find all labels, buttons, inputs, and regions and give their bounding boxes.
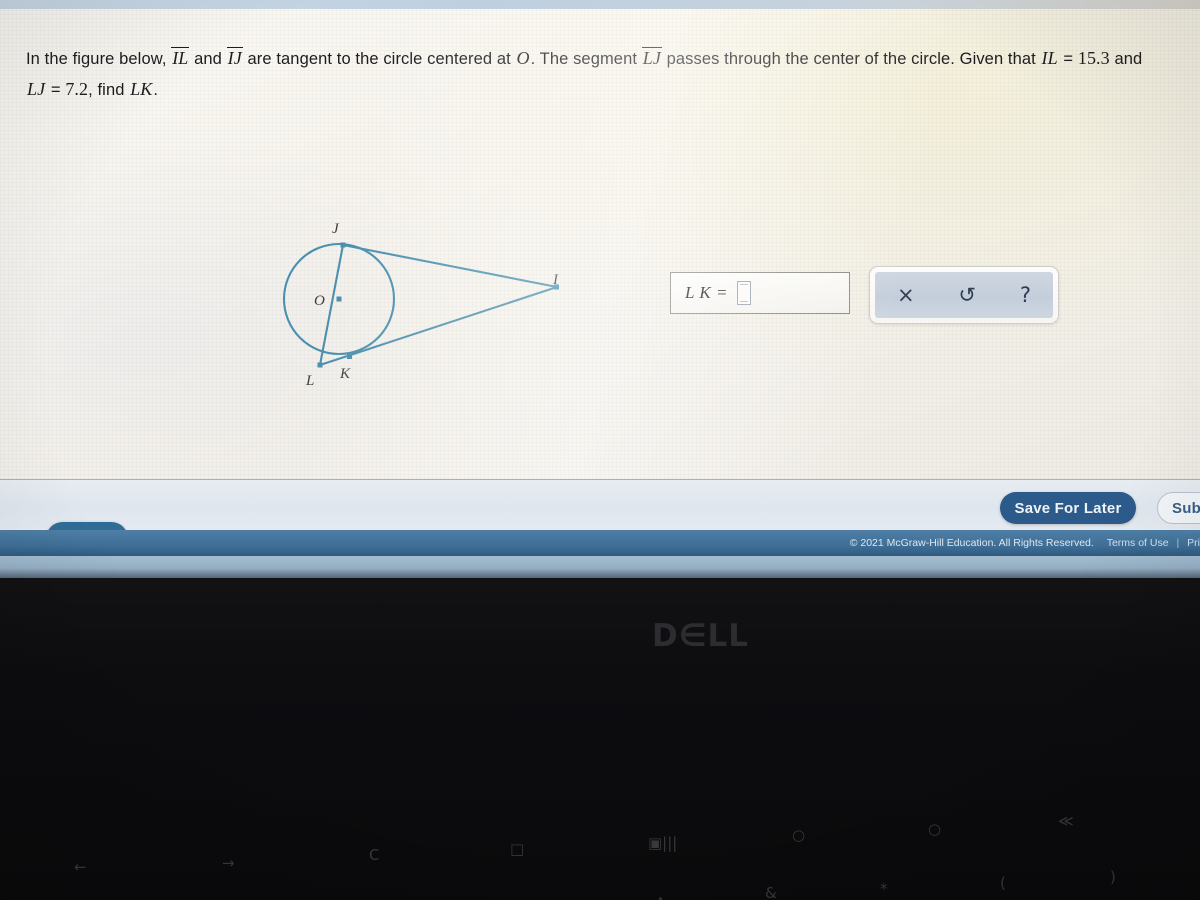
answer-input-container[interactable]: L K = [670,272,850,314]
footer-separator: | [1176,537,1180,549]
math-identifier: IL [1041,48,1058,68]
question-text-run: . The segment [530,50,642,68]
save-for-later-button[interactable]: Save For Later [1000,492,1136,524]
footer-bar: © 2021 McGraw-Hill Education. All Rights… [0,530,1200,556]
keyboard-key-12[interactable]: ) [1110,868,1116,886]
question-text-run: and [189,50,227,68]
keyboard-key-0[interactable]: ← [74,858,87,876]
figure-label-l: L [306,373,315,389]
point-j [340,242,346,248]
laptop-photo: In the figure below, IL and IJ are tange… [0,0,1200,900]
question-text-run: = [46,81,66,99]
keyboard-key-5[interactable]: ○ [792,826,805,844]
keyboard-key-2[interactable]: C [369,846,379,864]
figure-label-k: K [340,366,351,382]
point-l [317,362,323,368]
figure-label-o: O [314,293,325,309]
math-number: 7.2 [65,79,89,99]
keyboard-key-4[interactable]: ▣||| [648,834,677,852]
clear-icon[interactable]: × [891,283,921,308]
question-text-run: passes through the center of the circle.… [661,50,1041,68]
undo-icon[interactable]: ↺ [952,283,982,308]
segment-li [319,286,558,366]
question-text-run: and [1109,50,1143,68]
keyboard-key-6[interactable]: ○ [928,820,941,838]
point-o [336,296,342,302]
question-text-run: are tangent to the circle centered at [242,50,516,68]
keyboard-key-1[interactable]: → [222,854,235,872]
answer-label: L K = [685,283,728,302]
keyboard-key-10[interactable]: * [880,880,888,898]
question-text-run: . [153,81,159,99]
keyboard-key-3[interactable]: □ [510,840,524,858]
math-number: 15.3 [1077,48,1110,68]
point-k [347,354,352,359]
geometry-figure: J O I L K [262,221,592,406]
math-toolbar-inner: × ↺ ? [875,272,1053,318]
math-identifier: O [516,48,530,68]
help-icon[interactable]: ? [1014,283,1037,308]
question-text-run: In the figure below, [26,50,172,68]
segment-ji [342,243,558,289]
browser-chrome-strip [0,0,1200,9]
keyboard-key-7[interactable]: ≪ [1058,812,1074,830]
overline-segment: LJ [641,47,662,68]
submit-button[interactable]: Submit [1157,492,1200,524]
overline-segment: IL [171,47,190,68]
question-text: In the figure below, IL and IJ are tange… [26,43,1200,105]
figure-label-j: J [332,221,339,237]
screen-bottom-reflection [0,556,1200,578]
math-identifier: LJ [27,79,46,99]
math-toolbar: × ↺ ? [869,266,1059,324]
figure-label-i: I [553,272,558,288]
keyboard-key-9[interactable]: & [765,884,777,900]
question-line-2: LJ = 7.2, find LK. [26,74,1200,105]
keyboard-key-11[interactable]: ( [1000,874,1006,892]
keyboard-key-8[interactable]: ∧ [655,892,666,900]
dell-logo: D∈LL [652,618,750,654]
answer-input[interactable] [736,281,751,305]
privacy-link[interactable]: Pri [1187,537,1200,549]
laptop-bezel [0,578,1200,900]
question-line-1: In the figure below, IL and IJ are tange… [26,43,1200,74]
terms-of-use-link[interactable]: Terms of Use [1107,537,1169,549]
copyright-text: © 2021 McGraw-Hill Education. All Rights… [849,537,1094,549]
question-text-run: , find [88,81,130,99]
footer-text: © 2021 McGraw-Hill Education. All Rights… [850,537,1200,549]
math-identifier: LK [130,79,153,99]
laptop-screen: In the figure below, IL and IJ are tange… [0,0,1200,578]
question-worksheet: In the figure below, IL and IJ are tange… [0,9,1200,479]
overline-segment: IJ [226,47,243,68]
question-text-run: = [1058,50,1078,68]
